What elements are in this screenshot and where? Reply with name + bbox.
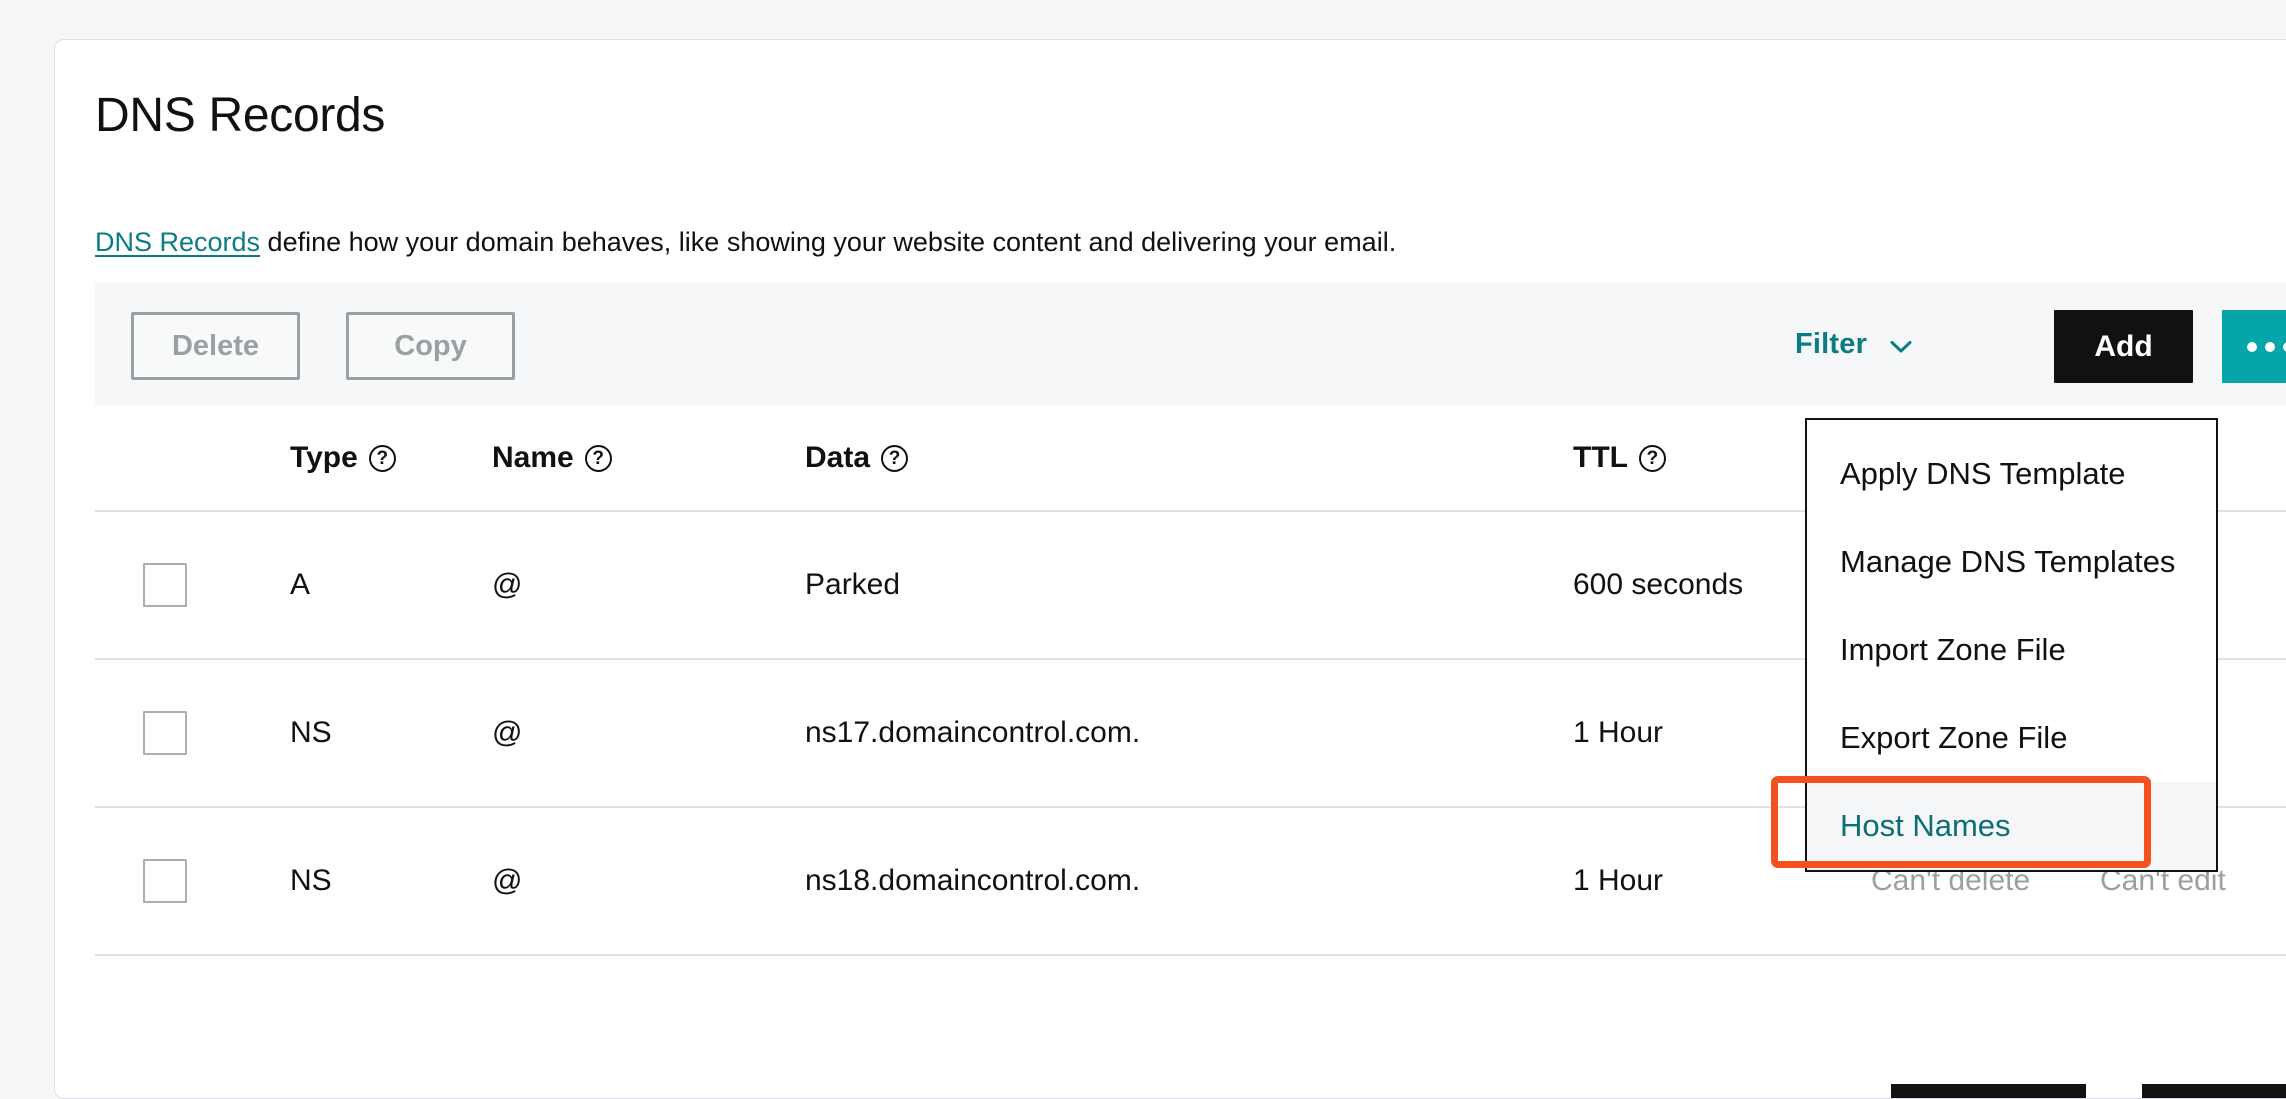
table-toolbar: Delete Copy Filter Add bbox=[95, 283, 2286, 406]
row-checkbox-cell bbox=[143, 711, 187, 755]
column-header-ttl-label: TTL bbox=[1573, 441, 1628, 475]
more-options-button[interactable] bbox=[2222, 310, 2286, 383]
row-checkbox-cell bbox=[143, 563, 187, 607]
menu-item-manage-dns-templates[interactable]: Manage DNS Templates bbox=[1807, 518, 2216, 606]
add-button[interactable]: Add bbox=[2054, 310, 2193, 383]
cell-type: NS bbox=[290, 716, 332, 750]
filter-label: Filter bbox=[1795, 328, 1867, 361]
page-title: DNS Records bbox=[95, 88, 385, 143]
intro-rest: define how your domain behaves, like sho… bbox=[260, 227, 1396, 257]
dns-records-link[interactable]: DNS Records bbox=[95, 227, 260, 257]
menu-item-import-zone-file[interactable]: Import Zone File bbox=[1807, 606, 2216, 694]
cell-ttl: 1 Hour bbox=[1573, 716, 1663, 750]
cell-data: ns17.domaincontrol.com. bbox=[805, 716, 1140, 750]
ellipsis-icon bbox=[2265, 342, 2275, 352]
column-header-name-label: Name bbox=[492, 441, 574, 475]
help-icon[interactable]: ? bbox=[1639, 445, 1666, 472]
delete-button[interactable]: Delete bbox=[131, 312, 300, 380]
cell-ttl: 600 seconds bbox=[1573, 568, 1743, 602]
cell-data: ns18.domaincontrol.com. bbox=[805, 864, 1140, 898]
menu-item-host-names[interactable]: Host Names bbox=[1807, 782, 2216, 870]
column-header-type-label: Type bbox=[290, 441, 358, 475]
help-icon[interactable]: ? bbox=[881, 445, 908, 472]
cell-data: Parked bbox=[805, 568, 900, 602]
menu-item-export-zone-file[interactable]: Export Zone File bbox=[1807, 694, 2216, 782]
row-checkbox[interactable] bbox=[143, 711, 187, 755]
ellipsis-icon bbox=[2283, 342, 2286, 352]
menu-item-apply-dns-template[interactable]: Apply DNS Template bbox=[1807, 430, 2216, 518]
column-header-data: Data ? bbox=[805, 441, 908, 475]
row-checkbox[interactable] bbox=[143, 563, 187, 607]
column-header-name: Name ? bbox=[492, 441, 612, 475]
cell-name: @ bbox=[492, 568, 522, 602]
next-row-stub bbox=[1891, 1084, 2086, 1098]
filter-dropdown[interactable]: Filter bbox=[1795, 328, 1914, 361]
help-icon[interactable]: ? bbox=[585, 445, 612, 472]
cell-name: @ bbox=[492, 864, 522, 898]
column-header-ttl: TTL ? bbox=[1573, 441, 1666, 475]
cell-name: @ bbox=[492, 716, 522, 750]
cell-type: NS bbox=[290, 864, 332, 898]
more-options-menu: Apply DNS Template Manage DNS Templates … bbox=[1805, 418, 2218, 872]
row-checkbox-cell bbox=[143, 859, 187, 903]
help-icon[interactable]: ? bbox=[369, 445, 396, 472]
column-header-type: Type ? bbox=[290, 441, 396, 475]
intro-text: DNS Records define how your domain behav… bbox=[95, 225, 1396, 260]
chevron-down-icon bbox=[1888, 334, 1914, 360]
next-row-stub bbox=[2142, 1084, 2286, 1098]
column-header-data-label: Data bbox=[805, 441, 870, 475]
row-checkbox[interactable] bbox=[143, 859, 187, 903]
cell-ttl: 1 Hour bbox=[1573, 864, 1663, 898]
ellipsis-icon bbox=[2247, 342, 2257, 352]
cell-type: A bbox=[290, 568, 310, 602]
copy-button[interactable]: Copy bbox=[346, 312, 515, 380]
